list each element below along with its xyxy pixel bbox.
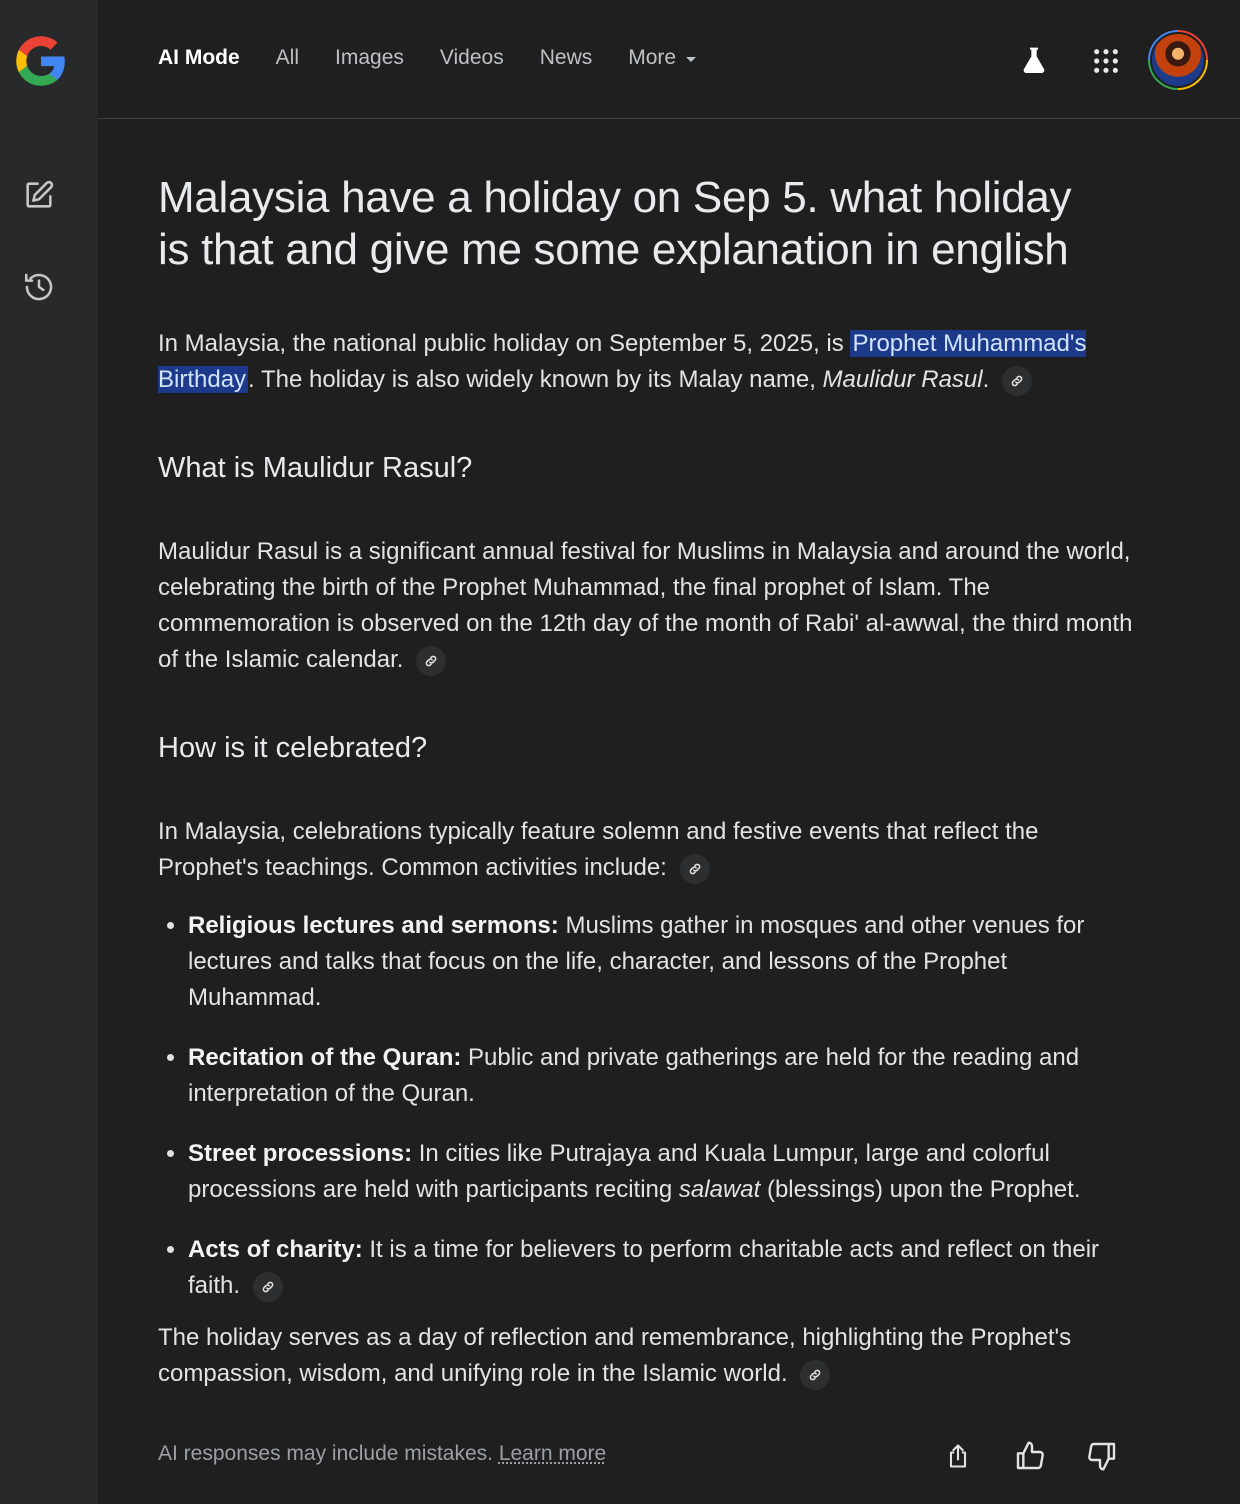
- closing-paragraph: The holiday serves as a day of reflectio…: [158, 1320, 1138, 1392]
- section-paragraph: Maulidur Rasul is a significant annual f…: [158, 534, 1138, 678]
- list-item-italic: salawat: [678, 1176, 761, 1203]
- list-item-title: Recitation of the Quran:: [188, 1044, 462, 1071]
- new-chat-icon[interactable]: [20, 176, 58, 214]
- search-tabs: AI Mode All Images Videos News More: [158, 46, 697, 70]
- list-item: Street processions: In cities like Putra…: [188, 1136, 1138, 1208]
- account-avatar[interactable]: [1148, 30, 1208, 90]
- intro-paragraph: In Malaysia, the national public holiday…: [158, 326, 1138, 398]
- tab-more-label: More: [628, 46, 677, 69]
- learn-more-link[interactable]: Learn more: [499, 1442, 606, 1465]
- top-bar: AI Mode All Images Videos News More: [98, 0, 1240, 119]
- thumbs-up-icon[interactable]: [1010, 1436, 1050, 1476]
- tab-more[interactable]: More: [628, 46, 697, 70]
- activities-list: Religious lectures and sermons: Muslims …: [158, 908, 1138, 1304]
- list-item: Acts of charity: It is a time for believ…: [188, 1232, 1138, 1304]
- list-item: Religious lectures and sermons: Muslims …: [188, 908, 1138, 1016]
- labs-flask-icon[interactable]: [1011, 38, 1057, 84]
- tab-ai-mode[interactable]: AI Mode: [158, 46, 240, 70]
- section-text: In Malaysia, celebrations typically feat…: [158, 818, 1039, 881]
- source-link-icon[interactable]: [1001, 365, 1032, 396]
- section-paragraph: In Malaysia, celebrations typically feat…: [158, 814, 1138, 886]
- sidebar: [0, 0, 98, 1504]
- malay-name: Maulidur Rasul: [822, 366, 983, 393]
- tab-news[interactable]: News: [540, 46, 593, 70]
- google-logo[interactable]: [14, 34, 68, 88]
- disclaimer: AI responses may include mistakes. Learn…: [158, 1442, 606, 1466]
- section-heading: How is it celebrated?: [158, 732, 428, 764]
- intro-text-mid: . The holiday is also widely known by it…: [248, 366, 823, 393]
- disclaimer-text: AI responses may include mistakes.: [158, 1442, 499, 1465]
- history-icon[interactable]: [20, 268, 58, 306]
- list-item-title: Street processions:: [188, 1140, 413, 1167]
- section-heading: What is Maulidur Rasul?: [158, 452, 473, 484]
- apps-grid-icon[interactable]: [1083, 38, 1129, 84]
- closing-text: The holiday serves as a day of reflectio…: [158, 1324, 1072, 1387]
- list-item-title: Religious lectures and sermons:: [188, 912, 559, 939]
- ai-response: Malaysia have a holiday on Sep 5. what h…: [158, 172, 1138, 1392]
- tab-all[interactable]: All: [276, 46, 299, 70]
- share-icon[interactable]: [938, 1436, 978, 1476]
- source-link-icon[interactable]: [679, 853, 710, 884]
- tab-videos[interactable]: Videos: [440, 46, 504, 70]
- list-item-title: Acts of charity:: [188, 1236, 363, 1263]
- response-footer: AI responses may include mistakes. Learn…: [158, 1436, 1138, 1476]
- avatar-image: [1150, 32, 1206, 88]
- source-link-icon[interactable]: [252, 1271, 283, 1302]
- list-item: Recitation of the Quran: Public and priv…: [188, 1040, 1138, 1112]
- list-item-text-end: (blessings) upon the Prophet.: [760, 1176, 1081, 1203]
- section-text: Maulidur Rasul is a significant annual f…: [158, 538, 1133, 673]
- intro-text: In Malaysia, the national public holiday…: [158, 330, 851, 357]
- source-link-icon[interactable]: [800, 1359, 831, 1390]
- tab-images[interactable]: Images: [335, 46, 404, 70]
- source-link-icon[interactable]: [416, 645, 447, 676]
- intro-text-end: .: [982, 366, 990, 393]
- thumbs-down-icon[interactable]: [1082, 1436, 1122, 1476]
- caret-down-icon: [686, 56, 697, 62]
- query-title: Malaysia have a holiday on Sep 5. what h…: [158, 173, 1072, 274]
